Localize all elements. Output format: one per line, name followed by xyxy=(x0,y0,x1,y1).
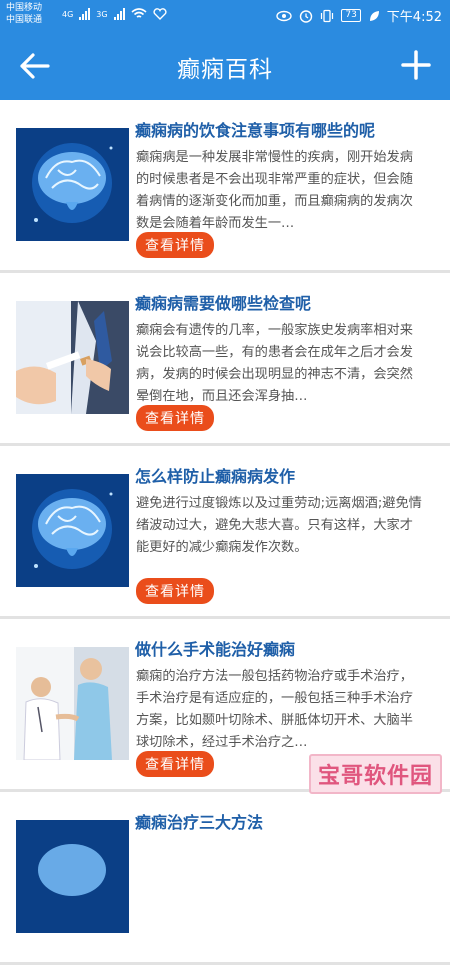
network-icons: 4G 3G xyxy=(62,8,167,20)
view-detail-button[interactable]: 查看详情 xyxy=(136,232,214,258)
brain-image xyxy=(16,474,129,587)
view-detail-button[interactable]: 查看详情 xyxy=(136,751,214,777)
view-detail-button[interactable]: 查看详情 xyxy=(136,405,214,431)
view-detail-button[interactable]: 查看详情 xyxy=(136,578,214,604)
article-item[interactable]: 怎么样防止癫痫病发作 避免进行过度锻炼以及过重劳动;远离烟酒;避免情绪波动过大，… xyxy=(0,446,450,619)
article-item[interactable]: 癫痫病需要做哪些检查呢 癫痫会有遗传的几率，一般家族史发病率相对来说会比较高一些… xyxy=(0,273,450,446)
doctor-patient-image xyxy=(16,647,129,760)
broken-cigarette-image xyxy=(16,301,129,414)
article-title[interactable]: 做什么手术能治好癫痫 xyxy=(135,636,295,660)
signal-icon-2 xyxy=(114,8,125,20)
carrier-labels: 中国移动 中国联通 xyxy=(6,2,42,26)
heart-icon xyxy=(153,8,167,20)
eye-icon xyxy=(276,10,292,22)
article-item[interactable]: 癫痫病的饮食注意事项有哪些的呢 癫痫病是一种发展非常慢性的疾病，刚开始发病的时候… xyxy=(0,100,450,273)
article-item[interactable]: 癫痫治疗三大方法 xyxy=(0,792,450,965)
article-title[interactable]: 癫痫病需要做哪些检查呢 xyxy=(135,290,311,314)
article-title[interactable]: 癫痫治疗三大方法 xyxy=(135,809,263,833)
page-title: 癫痫百科 xyxy=(0,50,450,84)
net-2-label: 3G xyxy=(96,10,107,19)
plus-icon[interactable] xyxy=(400,48,432,82)
carrier-1-label: 中国移动 xyxy=(6,2,42,14)
alarm-icon xyxy=(299,9,313,23)
leaf-icon xyxy=(368,10,380,22)
app-bar: 癫痫百科 xyxy=(0,32,450,100)
article-summary: 癫痫病是一种发展非常慢性的疾病，刚开始发病的时候患者是不会出现非常严重的症状，但… xyxy=(136,147,422,235)
article-summary: 癫痫会有遗传的几率，一般家族史发病率相对来说会比较高一些，有的患者会在成年之后才… xyxy=(136,320,422,408)
status-right: 73 下午4:52 xyxy=(276,6,442,25)
signal-icon xyxy=(79,8,90,20)
article-title[interactable]: 癫痫病的饮食注意事项有哪些的呢 xyxy=(135,117,375,141)
article-summary: 癫痫的治疗方法一般包括药物治疗或手术治疗，手术治疗是有适应症的，一般包括三种手术… xyxy=(136,666,422,754)
net-1-label: 4G xyxy=(62,10,73,19)
brain-image xyxy=(16,128,129,241)
brain-image xyxy=(16,820,129,933)
vibrate-icon xyxy=(320,9,334,23)
article-list: 癫痫病的饮食注意事项有哪些的呢 癫痫病是一种发展非常慢性的疾病，刚开始发病的时候… xyxy=(0,100,450,965)
watermark-logo: 宝哥软件园 xyxy=(309,754,442,794)
clock: 下午4:52 xyxy=(387,6,442,25)
status-bar: 中国移动 中国联通 4G 3G 73 下午4:52 xyxy=(0,0,450,32)
article-title[interactable]: 怎么样防止癫痫病发作 xyxy=(135,463,295,487)
article-summary: 避免进行过度锻炼以及过重劳动;远离烟酒;避免情绪波动过大，避免大悲大喜。只有这样… xyxy=(136,493,422,581)
wifi-icon xyxy=(131,8,147,20)
battery-icon: 73 xyxy=(341,9,360,22)
carrier-2-label: 中国联通 xyxy=(6,14,42,26)
